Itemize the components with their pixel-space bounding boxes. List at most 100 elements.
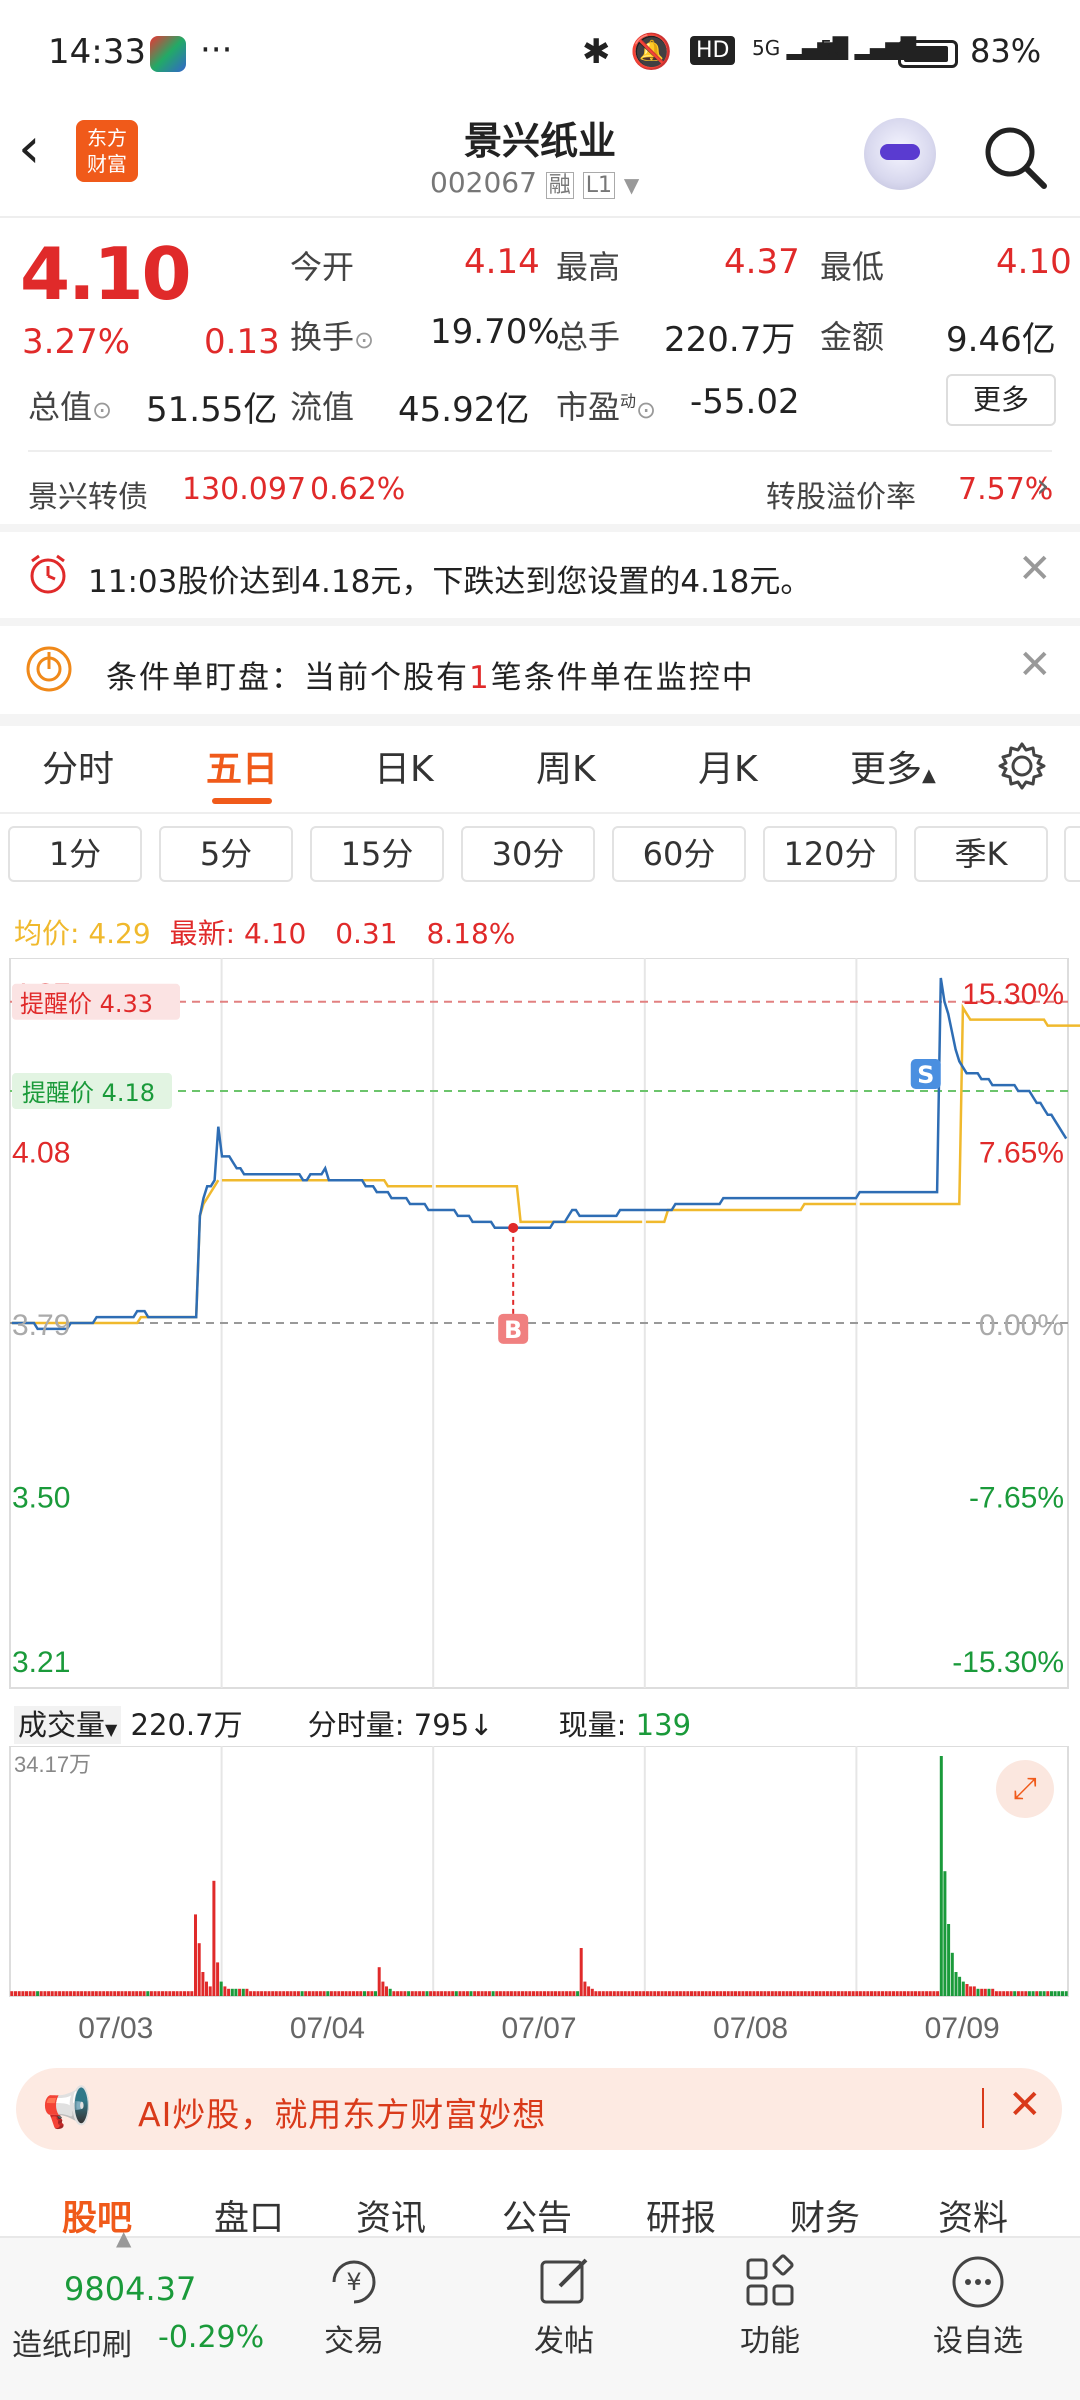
dock-add-watchlist[interactable]: 设自选	[918, 2316, 1038, 2360]
condition-order-banner[interactable]: 条件单盯盘：当前个股有1笔条件单在监控中 ✕	[0, 626, 1080, 714]
megaphone-icon: 📢	[42, 2085, 92, 2131]
volume-bar	[737, 1991, 741, 1996]
volume-bar	[76, 1991, 80, 1996]
low-label: 最低	[820, 248, 885, 286]
tag-margin: 融	[545, 172, 574, 199]
stock-code-row[interactable]: 002067 融 L1 ▼	[430, 166, 639, 199]
volume-bar	[267, 1991, 271, 1996]
volume-bar	[109, 1991, 113, 1996]
volume-bar	[432, 1991, 436, 1996]
subtab-overflow[interactable]	[1064, 826, 1080, 882]
volume-bar	[238, 1988, 242, 1996]
tab-more[interactable]: 更多▲	[850, 740, 936, 792]
tab-order-book[interactable]: 盘口	[214, 2190, 284, 2241]
volume-bar	[917, 1991, 921, 1996]
volume-bar	[873, 1991, 877, 1996]
bond-name: 景兴转债	[28, 480, 148, 515]
volume-bar	[796, 1991, 800, 1996]
turnover-value: 19.70%	[430, 312, 560, 352]
subtab-5min[interactable]: 5分	[159, 826, 293, 882]
subtab-120min[interactable]: 120分	[763, 826, 897, 882]
more-button[interactable]: 更多	[946, 374, 1056, 426]
volume-bar	[289, 1991, 293, 1996]
bluetooth-icon: ✱	[582, 32, 611, 72]
subtab-15min[interactable]: 15分	[310, 826, 444, 882]
bond-row[interactable]: 景兴转债 130.097 0.62% 转股溢价率 7.57% ›	[0, 452, 1080, 524]
tab-profile[interactable]: 资料	[938, 2190, 1008, 2241]
hd-badge: HD	[690, 36, 736, 65]
expand-icon[interactable]: ⤢	[996, 1760, 1054, 1818]
volume-bar	[895, 1991, 899, 1996]
volume-bar	[230, 1988, 234, 1996]
latest-value: 4.10	[243, 917, 307, 950]
volume-bar	[730, 1991, 734, 1996]
volume-bar	[748, 1991, 752, 1996]
radar-icon	[26, 646, 72, 692]
volume-bar	[877, 1991, 881, 1996]
index-pct[interactable]: -0.29%	[158, 2320, 264, 2355]
tab-intraday[interactable]: 分时	[42, 740, 114, 792]
apps-icon[interactable]	[740, 2252, 800, 2312]
volume-value: 220.7万	[664, 320, 796, 360]
bond-pct: 0.62%	[310, 472, 406, 507]
volume-bar	[649, 1991, 653, 1996]
tab-five-day[interactable]: 五日	[206, 740, 278, 792]
close-icon[interactable]: ✕	[1008, 2082, 1042, 2128]
volume-bar	[69, 1991, 73, 1996]
volume-bar	[829, 1991, 833, 1996]
volume-bar	[847, 1991, 851, 1996]
volume-selector[interactable]: 成交量▼	[14, 1706, 122, 1744]
price-alert-banner[interactable]: 11:03股价达到4.18元，下跌达到您设置的4.18元。 ✕	[0, 532, 1080, 618]
subtab-30min[interactable]: 30分	[461, 826, 595, 882]
volume-bar	[421, 1991, 425, 1996]
tab-announcements[interactable]: 公告	[502, 2190, 572, 2241]
dock-trade[interactable]: 交易	[294, 2316, 414, 2360]
gear-icon[interactable]	[996, 740, 1048, 792]
tab-news[interactable]: 资讯	[356, 2190, 426, 2241]
close-icon[interactable]: ✕	[1018, 642, 1052, 688]
robot-avatar[interactable]	[864, 118, 936, 190]
volume-bar	[282, 1991, 286, 1996]
volume-bar	[120, 1991, 124, 1996]
tab-research[interactable]: 研报	[646, 2190, 716, 2241]
tab-weekly-k[interactable]: 周K	[536, 740, 596, 792]
volume-bar	[1005, 1991, 1009, 1996]
volume-bar	[223, 1986, 227, 1996]
y-axis-tick-right: -15.30%	[952, 1646, 1064, 1679]
index-value[interactable]: 9804.37	[64, 2270, 196, 2308]
volume-bar	[271, 1991, 275, 1996]
quote-panel: 4.10 3.27% 0.13 今开 4.14 最高 4.37 最低 4.10 …	[0, 218, 1080, 450]
volume-bar	[785, 1991, 789, 1996]
tab-monthly-k[interactable]: 月K	[698, 740, 758, 792]
volume-bar	[25, 1991, 28, 1996]
y-axis-tick-right: -7.65%	[969, 1482, 1064, 1515]
subtab-60min[interactable]: 60分	[612, 826, 746, 882]
more-circle-icon[interactable]	[948, 2252, 1008, 2312]
index-name[interactable]: 造纸印刷	[12, 2320, 132, 2364]
volume-bar	[701, 1991, 704, 1996]
volume-bar	[58, 1991, 62, 1996]
promo-banner[interactable]: 📢 AI炒股，就用东方财富妙想 ✕	[16, 2068, 1062, 2150]
close-icon[interactable]: ✕	[1018, 546, 1052, 592]
volume-bar	[307, 1991, 311, 1996]
edit-icon[interactable]	[534, 2252, 594, 2312]
volume-bar	[965, 1984, 969, 1996]
volume-chart[interactable]: 34.17万 07/03 07/04 07/07 07/08 07/09	[0, 1746, 1080, 2046]
dock-post[interactable]: 发帖	[504, 2316, 624, 2360]
volume-bar	[950, 1952, 954, 1996]
dock-functions[interactable]: 功能	[710, 2316, 830, 2360]
trade-icon[interactable]: ¥	[324, 2252, 384, 2312]
subtab-quarter-k[interactable]: 季K	[914, 826, 1048, 882]
tab-daily-k[interactable]: 日K	[374, 740, 434, 792]
volume-bar	[36, 1991, 40, 1996]
volume-bar	[583, 1981, 587, 1996]
buy-marker: B	[504, 1316, 522, 1344]
subtab-1min[interactable]: 1分	[8, 826, 142, 882]
tab-finance[interactable]: 财务	[790, 2190, 860, 2241]
price-chart[interactable]: 4.374.083.793.503.2115.30%7.65%0.00%-7.6…	[0, 958, 1080, 1698]
volume-bar	[352, 1991, 355, 1996]
open-label: 今开	[290, 248, 355, 286]
volume-bar	[153, 1991, 157, 1996]
search-icon[interactable]	[980, 122, 1050, 192]
volume-bar	[517, 1991, 521, 1996]
